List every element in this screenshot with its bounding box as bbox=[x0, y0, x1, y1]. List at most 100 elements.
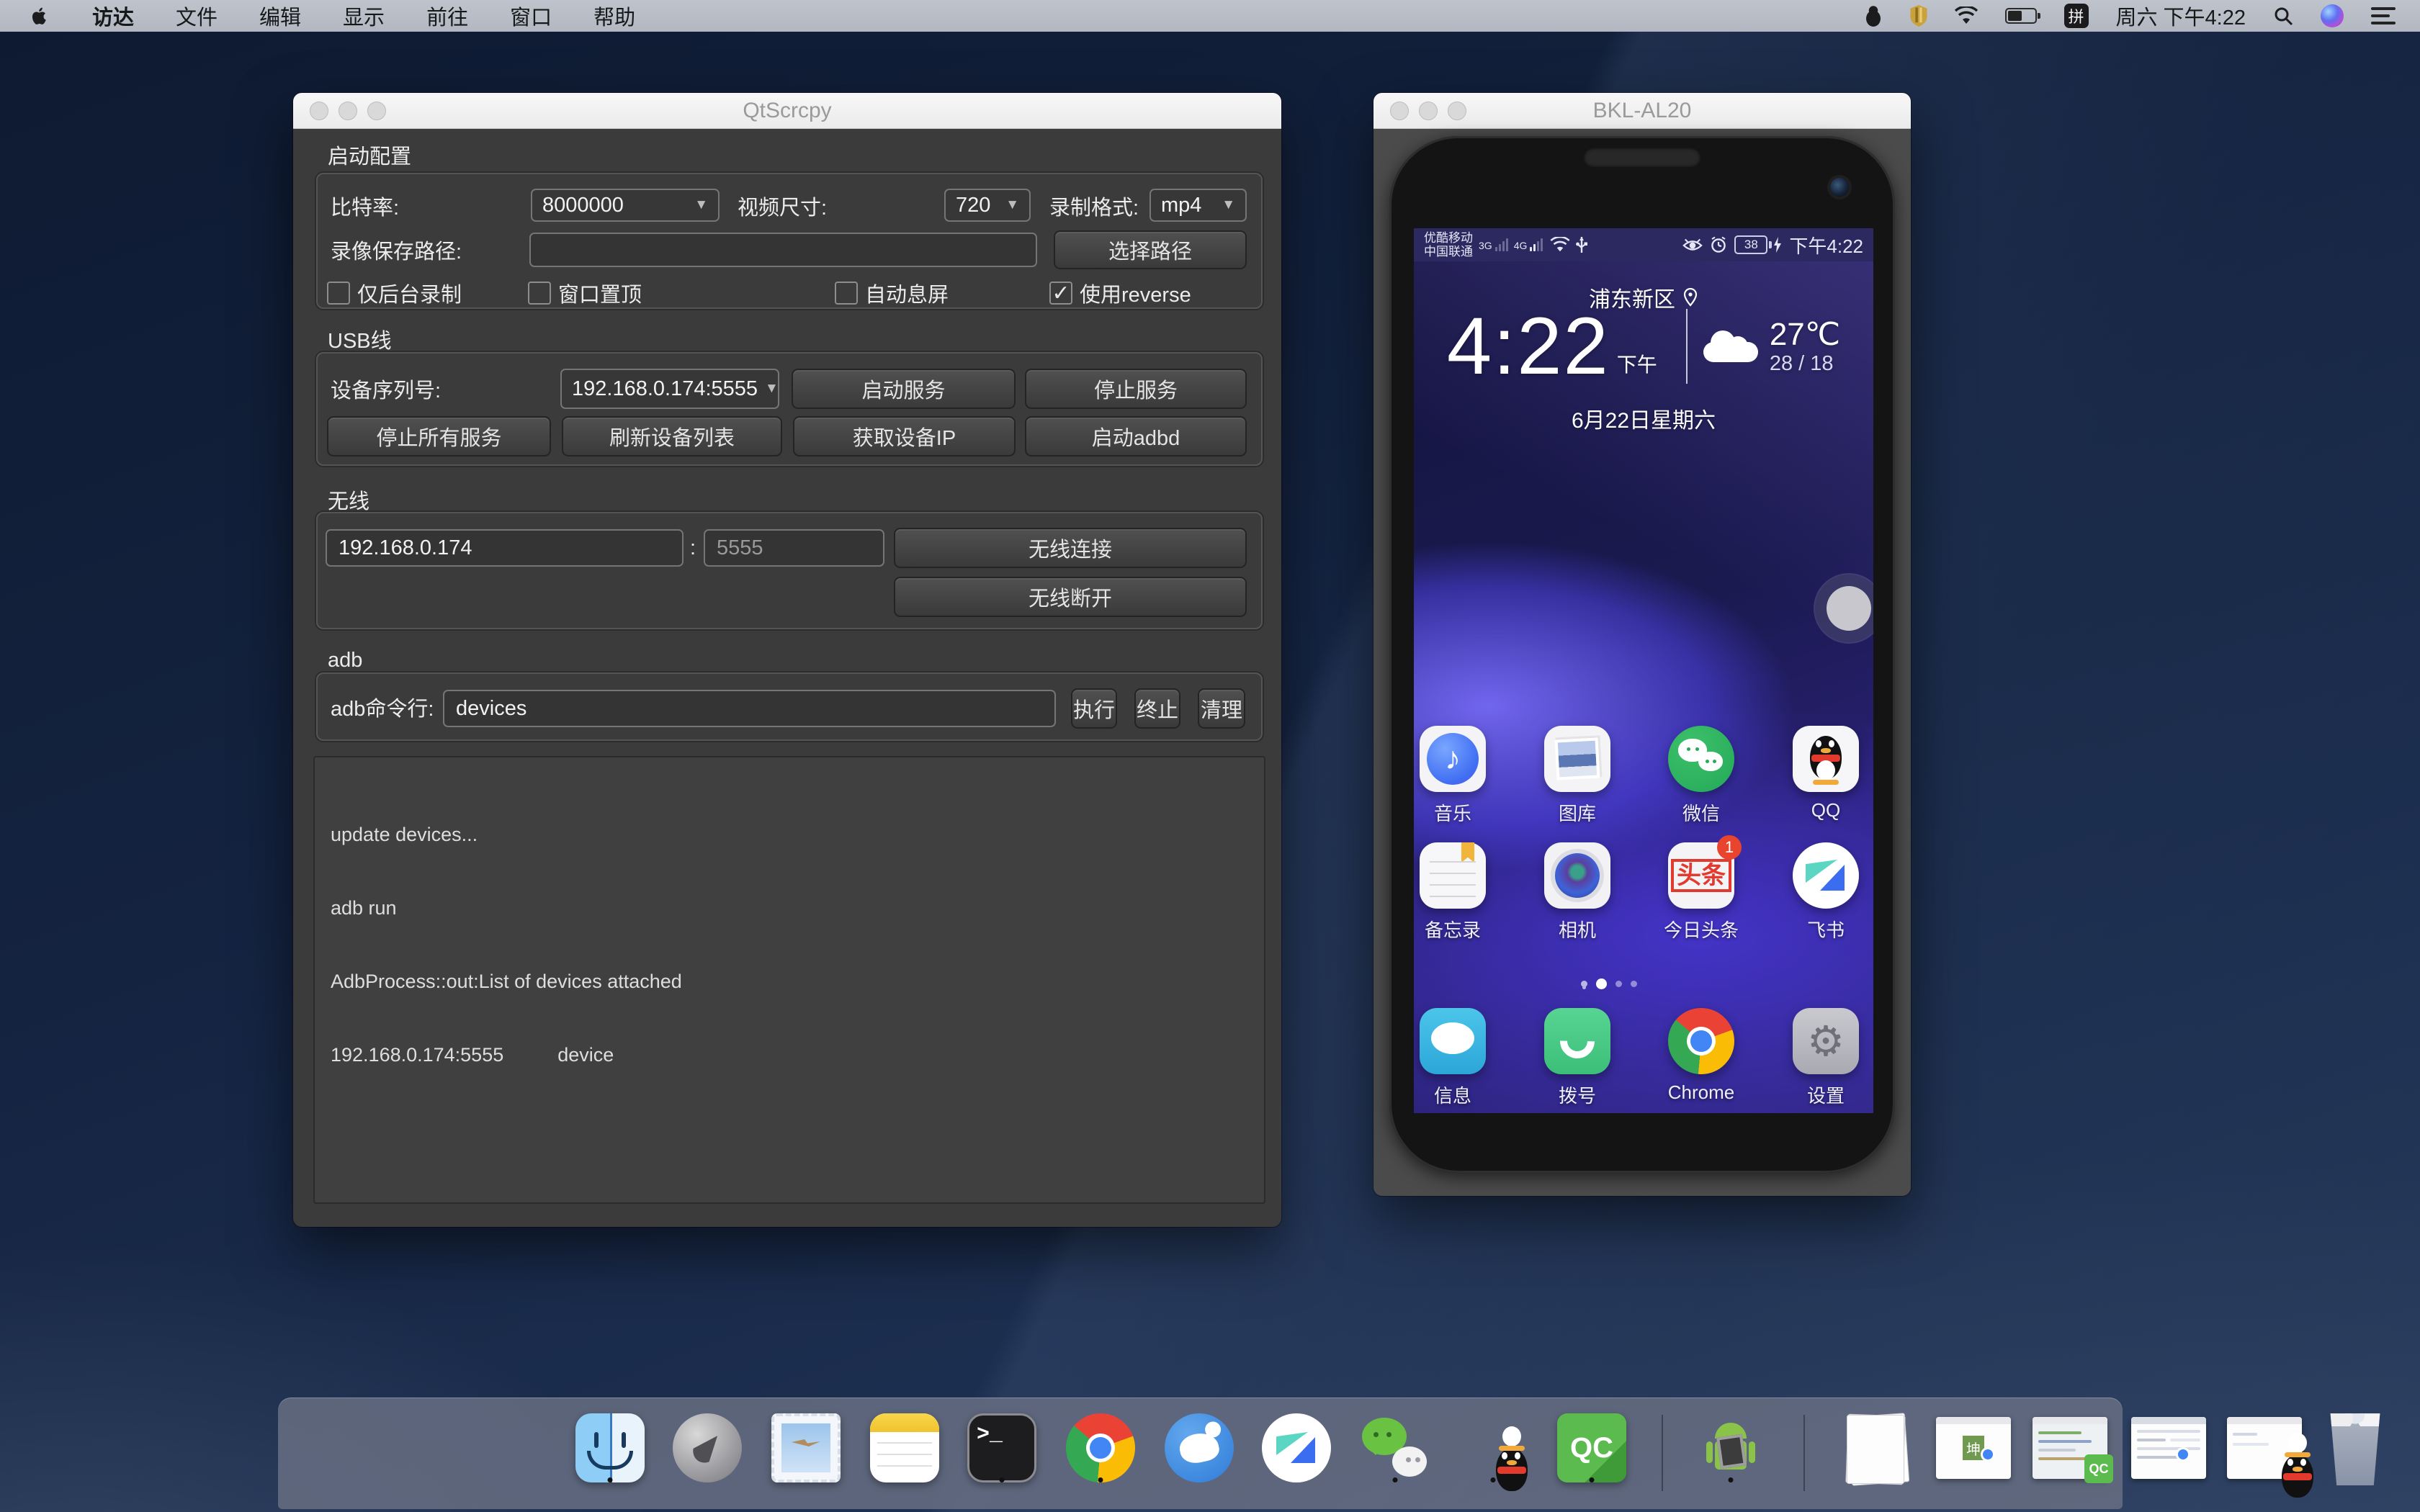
dock-terminal[interactable]: >_ bbox=[964, 1410, 1039, 1485]
dock-mail[interactable] bbox=[768, 1410, 843, 1485]
terminate-button[interactable]: 终止 bbox=[1134, 688, 1180, 729]
wireless-port-placeholder: 5555 bbox=[717, 536, 763, 560]
dialer-app-icon[interactable] bbox=[1544, 1008, 1610, 1074]
app-music[interactable]: ♪ 音乐 bbox=[1414, 726, 1510, 826]
execute-button[interactable]: 执行 bbox=[1071, 688, 1117, 729]
video-size-combobox[interactable]: 720 ▼ bbox=[944, 189, 1031, 222]
siri-icon[interactable] bbox=[2321, 4, 2344, 27]
phone-titlebar[interactable]: BKL-AL20 bbox=[1373, 93, 1911, 129]
settings-app-icon[interactable]: ⚙ bbox=[1793, 1008, 1859, 1074]
menu-item-edit[interactable]: 编辑 bbox=[259, 1, 301, 31]
app-notes[interactable]: 备忘录 bbox=[1414, 842, 1510, 942]
dock-chrome[interactable] bbox=[1063, 1410, 1138, 1485]
dock-qq[interactable] bbox=[1456, 1410, 1531, 1485]
app-gallery[interactable]: 图库 bbox=[1520, 726, 1635, 826]
dock-wechat[interactable] bbox=[1358, 1410, 1433, 1485]
checkbox-box[interactable] bbox=[327, 282, 350, 305]
dock-minimized-window-chrome-1[interactable]: 坤 bbox=[1936, 1410, 2011, 1485]
messages-app-icon[interactable] bbox=[1420, 1008, 1486, 1074]
start-service-button[interactable]: 启动服务 bbox=[792, 369, 1016, 409]
dock-qtscrcpy-android[interactable] bbox=[1693, 1410, 1768, 1485]
get-device-ip-button[interactable]: 获取设备IP bbox=[793, 416, 1016, 456]
app-chrome[interactable]: Chrome bbox=[1644, 1008, 1759, 1104]
wireless-disconnect-button[interactable]: 无线断开 bbox=[894, 577, 1247, 617]
adb-command-input[interactable]: devices bbox=[443, 690, 1056, 727]
app-label: 设置 bbox=[1807, 1081, 1845, 1108]
app-dialer[interactable]: 拨号 bbox=[1520, 1008, 1635, 1108]
dock-documents-stack[interactable] bbox=[1840, 1410, 1915, 1485]
toutiao-app-icon[interactable]: 头条 1 bbox=[1668, 842, 1734, 909]
vpn-shield-icon[interactable] bbox=[1910, 5, 1927, 27]
apple-menu-icon[interactable] bbox=[29, 5, 50, 27]
feishu-app-icon[interactable] bbox=[1793, 842, 1859, 909]
checkbox-window-on-top[interactable]: 窗口置顶 bbox=[528, 278, 642, 308]
dock-minimized-window-chrome-2[interactable] bbox=[2131, 1410, 2206, 1485]
app-qq[interactable]: QQ bbox=[1768, 726, 1873, 822]
widget-divider bbox=[1686, 309, 1688, 384]
running-indicator bbox=[1098, 1477, 1103, 1482]
wireless-ip-input[interactable]: 192.168.0.174 bbox=[326, 529, 684, 567]
checkbox-box[interactable] bbox=[528, 282, 551, 305]
dock-qtcreator[interactable]: QC bbox=[1554, 1410, 1629, 1485]
camera-app-icon[interactable] bbox=[1544, 842, 1610, 909]
checkbox-use-reverse[interactable]: ✓ 使用reverse bbox=[1049, 278, 1191, 308]
refresh-device-list-button[interactable]: 刷新设备列表 bbox=[562, 416, 782, 456]
menu-item-finder[interactable]: 访达 bbox=[92, 1, 134, 31]
wifi-icon[interactable] bbox=[1955, 6, 1978, 25]
choose-path-button[interactable]: 选择路径 bbox=[1054, 230, 1247, 269]
wireless-connect-button[interactable]: 无线连接 bbox=[894, 528, 1247, 568]
menu-item-go[interactable]: 前往 bbox=[426, 1, 468, 31]
app-camera[interactable]: 相机 bbox=[1520, 842, 1635, 942]
battery-icon[interactable] bbox=[2005, 8, 2037, 24]
phone-screen[interactable]: 优酷移动 中国联通 3G 4G bbox=[1414, 228, 1873, 1113]
dock-notes[interactable] bbox=[867, 1410, 942, 1485]
record-path-input[interactable] bbox=[529, 233, 1037, 267]
dock-seal-app[interactable] bbox=[1162, 1410, 1237, 1485]
chrome-icon bbox=[1066, 1413, 1135, 1482]
checkbox-background-record[interactable]: 仅后台录制 bbox=[327, 278, 462, 308]
stop-all-services-button[interactable]: 停止所有服务 bbox=[327, 416, 551, 456]
minimized-window-thumbnail: QC bbox=[2033, 1417, 2107, 1479]
app-messages[interactable]: 信息 bbox=[1414, 1008, 1510, 1108]
dock-trash[interactable] bbox=[2318, 1410, 2393, 1485]
assistive-touch-ball[interactable] bbox=[1827, 586, 1871, 631]
dock-minimized-window-qq[interactable] bbox=[2227, 1410, 2302, 1485]
bitrate-combobox[interactable]: 8000000 ▼ bbox=[531, 189, 720, 222]
app-feishu[interactable]: 飞书 bbox=[1768, 842, 1873, 942]
wireless-port-input[interactable]: 5555 bbox=[704, 529, 884, 567]
menu-item-file[interactable]: 文件 bbox=[176, 1, 218, 31]
menubar-clock[interactable]: 周六 下午4:22 bbox=[2116, 1, 2246, 31]
qq-menubar-icon[interactable] bbox=[1864, 5, 1883, 27]
chrome-app-icon[interactable] bbox=[1668, 1008, 1734, 1074]
log-output[interactable]: update devices... adb run AdbProcess::ou… bbox=[313, 756, 1265, 1204]
dock-launchpad[interactable] bbox=[670, 1410, 745, 1485]
widget-date[interactable]: 6月22日星期六 bbox=[1414, 402, 1873, 434]
clock-widget[interactable]: 4:22 下午 27℃ 28 / 18 bbox=[1414, 306, 1873, 387]
menu-item-help[interactable]: 帮助 bbox=[593, 1, 635, 31]
gallery-app-icon[interactable] bbox=[1544, 726, 1610, 792]
checkbox-box[interactable] bbox=[835, 282, 858, 305]
menu-item-view[interactable]: 显示 bbox=[343, 1, 385, 31]
dock-paper-plane-app[interactable] bbox=[1259, 1410, 1334, 1485]
notification-center-icon[interactable] bbox=[2371, 3, 2396, 29]
spotlight-search-icon[interactable] bbox=[2273, 6, 2293, 26]
menu-item-window[interactable]: 窗口 bbox=[510, 1, 552, 31]
app-settings[interactable]: ⚙ 设置 bbox=[1768, 1008, 1873, 1108]
dock-finder[interactable] bbox=[573, 1410, 647, 1485]
dock-minimized-window-qtcreator[interactable]: QC bbox=[2033, 1410, 2107, 1485]
checkbox-box-checked[interactable]: ✓ bbox=[1049, 282, 1072, 305]
record-format-combobox[interactable]: mp4 ▼ bbox=[1150, 189, 1247, 222]
start-adbd-button[interactable]: 启动adbd bbox=[1025, 416, 1247, 456]
serial-combobox[interactable]: 192.168.0.174:5555 ▼ bbox=[560, 369, 779, 409]
qtscrcpy-titlebar[interactable]: QtScrcpy bbox=[293, 93, 1281, 129]
app-toutiao[interactable]: 头条 1 今日头条 bbox=[1644, 842, 1759, 942]
wechat-app-icon[interactable] bbox=[1668, 726, 1734, 792]
checkbox-auto-screen-off[interactable]: 自动息屏 bbox=[835, 278, 949, 308]
app-wechat[interactable]: 微信 bbox=[1644, 726, 1759, 826]
stop-service-button[interactable]: 停止服务 bbox=[1025, 369, 1247, 409]
music-app-icon[interactable]: ♪ bbox=[1420, 726, 1486, 792]
input-method-badge[interactable]: 拼 bbox=[2064, 4, 2089, 28]
clear-button[interactable]: 清理 bbox=[1198, 688, 1245, 729]
notes-app-icon[interactable] bbox=[1420, 842, 1486, 909]
qq-app-icon[interactable] bbox=[1793, 726, 1859, 792]
